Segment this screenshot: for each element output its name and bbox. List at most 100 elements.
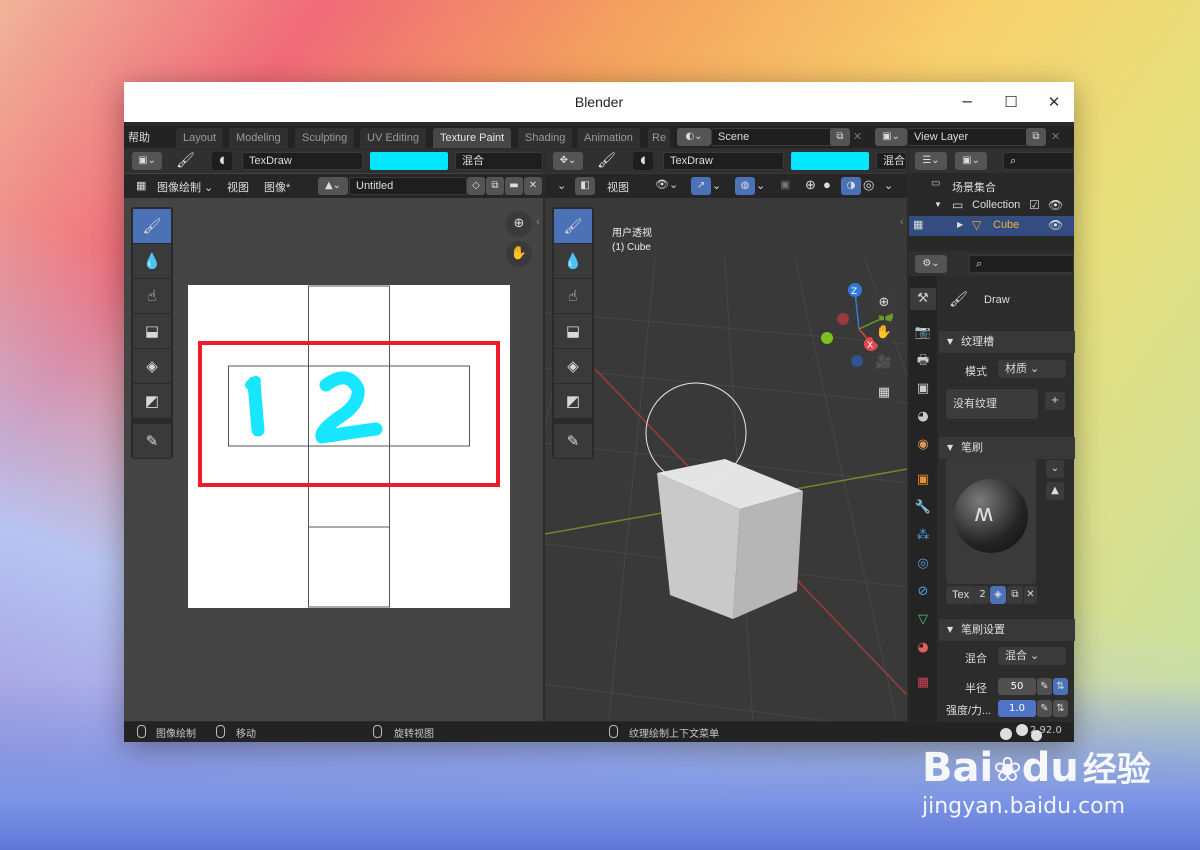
help-menu[interactable]: 帮助 [128,129,150,145]
view-layer-icon[interactable]: ▣⌄ [875,128,907,146]
scene-tab-icon[interactable]: ◕ [910,406,936,428]
blend-field[interactable]: 混合 [455,152,543,170]
brush-preview[interactable]: ʍ [946,459,1036,584]
viewport-color-swatch[interactable] [791,152,869,170]
brush-preview-icon[interactable]: ◖ [212,152,232,170]
viewport-sidebar-toggle-icon[interactable]: ‹ [900,216,904,228]
brush-image-icon[interactable]: ▲ [1046,482,1064,500]
cube-visibility-icon[interactable]: 👁 [1048,218,1063,232]
new-scene-icon[interactable]: ⧉ [830,128,850,146]
view-layer-field[interactable]: View Layer [907,128,1028,146]
object-mode-icon[interactable]: ◧ [575,177,595,195]
texture-tab-icon[interactable]: ▦ [910,672,936,694]
clone-tool-icon[interactable]: ⬓ [133,314,171,348]
strength-pressure-icon[interactable]: ⇅ [1053,700,1068,717]
duplicate-texture-icon[interactable]: ⧉ [1007,586,1023,604]
mode-dropdown[interactable]: 图像绘制 ⌄ [157,179,213,195]
constraints-tab-icon[interactable]: ⊘ [910,581,936,603]
view-menu[interactable]: 视图 [227,179,249,195]
annotate-tool-icon[interactable]: ✎ [133,424,171,458]
soften-tool-icon[interactable]: 💧 [133,244,171,278]
material-tab-icon[interactable]: ◕ [910,637,936,659]
tab-layout[interactable]: Layout [176,128,224,148]
scene-selector-icon[interactable]: ◐⌄ [677,128,711,146]
fake-user-icon[interactable]: ◇ [467,177,485,195]
brush-section-header[interactable]: ▼ 笔刷 [939,437,1075,459]
properties-type-icon[interactable]: ⚙⌄ [915,255,947,273]
collection-label[interactable]: Collection [972,199,1020,211]
texture-users-count[interactable]: 2 [976,586,989,604]
open-image-icon[interactable]: ▬ [505,177,523,195]
physics-tab-icon[interactable]: ◎ [910,553,936,575]
camera-icon[interactable]: 🎥 [871,350,897,376]
unlink-image-icon[interactable]: ✕ [524,177,542,195]
delete-scene-icon[interactable]: ✕ [853,130,862,143]
outliner-type-icon[interactable]: ☰⌄ [915,152,947,170]
fill-tool-icon[interactable]: ◈ [133,349,171,383]
output-tab-icon[interactable]: 🖶 [910,350,936,372]
tab-sculpting[interactable]: Sculpting [295,128,355,148]
collection-visibility-icon[interactable]: 👁 [1048,198,1063,212]
collection-checkbox[interactable]: ☑ [1029,198,1040,212]
collection-expand-icon[interactable]: ▼ [934,200,942,209]
image-menu[interactable]: 图像* [264,179,290,195]
object-tab-icon[interactable]: ▣ [910,469,936,491]
viewport-annotate-tool-icon[interactable]: ✎ [554,424,592,458]
overlay-icon[interactable]: ◍ [735,177,755,195]
strength-field[interactable]: 1.0 [998,700,1036,717]
unlink-texture-icon[interactable]: ✕ [1024,586,1037,604]
data-tab-icon[interactable]: ▽ [910,609,936,631]
mode-dropdown[interactable]: 材质 ⌄ [998,360,1066,378]
smear-tool-icon[interactable]: ☝ [133,279,171,313]
shading-solid-icon[interactable]: ● [823,177,831,192]
maximize-button[interactable]: ☐ [996,90,1026,114]
strength-unit-icon[interactable]: ✎ [1037,700,1052,717]
scene-collection-label[interactable]: 场景集合 [952,179,996,195]
world-tab-icon[interactable]: ◉ [910,434,936,456]
new-view-layer-icon[interactable]: ⧉ [1026,128,1046,146]
radius-unit-icon[interactable]: ✎ [1037,678,1052,695]
gizmo-dropdown-icon[interactable]: ⌄ [712,179,721,192]
image-browse-icon[interactable]: ▲⌄ [318,177,348,195]
viewport-blend-field[interactable]: 混合 [876,152,907,170]
viewport-brush-name-field[interactable]: TexDraw [663,152,784,170]
tab-modeling[interactable]: Modeling [229,128,288,148]
fake-user-shield-icon[interactable]: ◈ [990,586,1006,604]
visibility-icon[interactable]: 👁⌄ [655,178,678,191]
viewport-clone-tool-icon[interactable]: ⬓ [554,314,592,348]
brush-settings-header[interactable]: ▼ 笔刷设置 [939,619,1075,641]
draw-tool-icon[interactable]: 🖌 [133,209,171,243]
zoom-icon[interactable]: ⊕ [506,211,532,237]
pan-icon[interactable]: ✋ [506,241,532,267]
shading-material-icon[interactable]: ◑ [841,177,861,195]
close-button[interactable]: ✕ [1039,90,1069,114]
tool-tab-icon[interactable]: ⚒ [910,288,936,310]
viewport-pan-icon[interactable]: ✋ [871,320,897,346]
shading-rendered-icon[interactable]: ◎ [863,177,874,193]
viewport-draw-tool-icon[interactable]: 🖌 [554,209,592,243]
sidebar-toggle-icon[interactable]: ‹ [536,216,540,228]
view-layer-tab-icon[interactable]: ▣ [910,378,936,400]
minimize-button[interactable]: ─ [952,90,982,114]
blend-dropdown[interactable]: 混合 ⌄ [998,647,1066,665]
shading-dropdown-icon[interactable]: ⌄ [884,179,893,192]
brush-dropdown-icon[interactable]: ⌄ [1046,460,1064,478]
viewport-zoom-icon[interactable]: ⊕ [871,290,897,316]
viewport-soften-tool-icon[interactable]: 💧 [554,244,592,278]
tab-shading[interactable]: Shading [518,128,573,148]
viewport-scene[interactable]: Z Y X [545,199,907,721]
outliner-filter-icon[interactable]: ▣⌄ [955,152,987,170]
chevron-down-icon[interactable]: ⌄ [557,179,566,192]
cube-expand-icon[interactable]: ▶ [957,220,963,229]
brush-name-field[interactable]: TexDraw [242,152,363,170]
add-slot-button[interactable]: + [1045,392,1065,410]
radius-pressure-icon[interactable]: ⇅ [1053,678,1068,695]
viewport-fill-tool-icon[interactable]: ◈ [554,349,592,383]
tab-rendering[interactable]: Re [648,128,671,148]
image-name-field[interactable]: Untitled [349,177,467,195]
xray-icon[interactable]: ▣ [780,178,790,191]
editor-type-icon[interactable]: ▣⌄ [132,152,162,170]
new-image-icon[interactable]: ⧉ [486,177,504,195]
texture-name-field[interactable]: Tex [946,586,976,604]
modifier-tab-icon[interactable]: 🔧 [910,497,936,519]
